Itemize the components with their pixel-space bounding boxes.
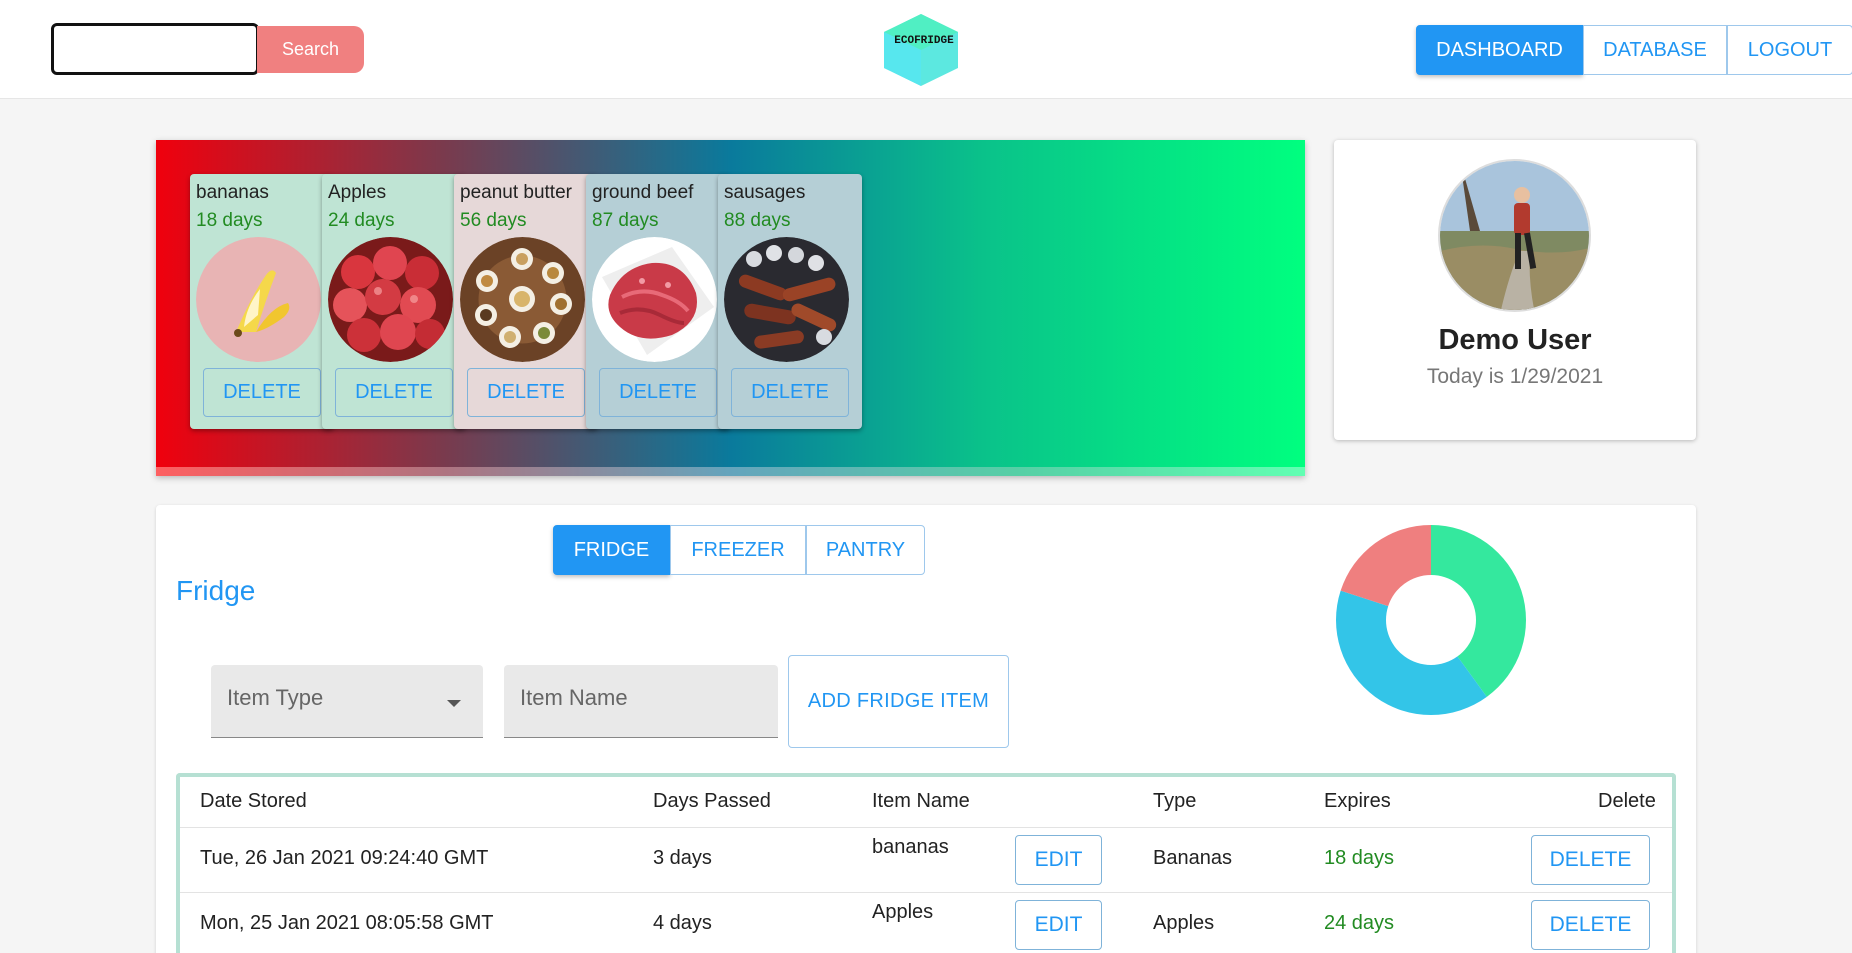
tab-pantry[interactable]: PANTRY [806, 525, 925, 575]
banner-bottom-strip [156, 467, 1305, 476]
cell-type: Apples [1153, 912, 1215, 934]
item-type-label: Item Type [227, 685, 324, 710]
delete-button[interactable]: DELETE [599, 368, 717, 417]
food-name: Apples [328, 182, 387, 203]
main-nav: DASHBOARD DATABASE LOGOUT [1416, 25, 1852, 75]
storage-tabs: FRIDGE FREEZER PANTRY [553, 525, 925, 575]
header-days-passed: Days Passed [653, 790, 771, 812]
cell-days-passed: 3 days [653, 847, 712, 869]
item-name-label: Item Name [520, 685, 628, 710]
storage-panel: FRIDGE FREEZER PANTRY Fridge Item Type I… [156, 505, 1696, 953]
table-row: Mon, 25 Jan 2021 08:05:58 GMT 4 days App… [180, 893, 1672, 953]
table-row: Tue, 26 Jan 2021 09:24:40 GMT 3 days ban… [180, 828, 1672, 893]
ecofridge-logo[interactable]: ECOFRIDGE [878, 12, 964, 88]
header-expires: Expires [1324, 790, 1391, 812]
food-days-left: 88 days [724, 210, 791, 231]
item-name-input[interactable]: Item Name [504, 665, 778, 738]
table-header-row: Date Stored Days Passed Item Name Type E… [180, 777, 1672, 828]
food-days-left: 87 days [592, 210, 659, 231]
food-days-left: 18 days [196, 210, 263, 231]
food-card: Apples 24 days DELETE [322, 174, 466, 429]
nav-logout[interactable]: LOGOUT [1727, 25, 1852, 75]
sausages-image [724, 237, 849, 362]
tab-fridge[interactable]: FRIDGE [553, 525, 670, 575]
dropdown-arrow-icon [447, 700, 461, 707]
storage-donut-chart [1336, 525, 1526, 715]
logo-text: ECOFRIDGE [894, 35, 954, 47]
donut-slice-2 [1340, 525, 1431, 607]
food-card: peanut butter 56 days DELETE [454, 174, 598, 429]
items-table: Date Stored Days Passed Item Name Type E… [176, 773, 1676, 953]
delete-button[interactable]: DELETE [335, 368, 453, 417]
cell-date: Mon, 25 Jan 2021 08:05:58 GMT [200, 912, 494, 934]
food-name: ground beef [592, 182, 694, 203]
delete-button[interactable]: DELETE [731, 368, 849, 417]
search-button[interactable]: Search [257, 26, 364, 73]
section-title: Fridge [176, 575, 256, 606]
header-delete: Delete [1598, 790, 1656, 812]
food-card: sausages 88 days DELETE [718, 174, 862, 429]
cell-item-name: Apples [872, 901, 934, 923]
food-card: ground beef 87 days DELETE [586, 174, 730, 429]
food-name: bananas [196, 182, 269, 203]
cell-date: Tue, 26 Jan 2021 09:24:40 GMT [200, 847, 489, 869]
delete-button[interactable]: DELETE [203, 368, 321, 417]
top-navbar: Search ECOFRIDGE DASHBOARD DATABASE LOGO… [0, 0, 1852, 99]
ground-beef-image [592, 237, 717, 362]
header-type: Type [1153, 790, 1197, 812]
item-type-select[interactable]: Item Type [211, 665, 483, 738]
cell-days-passed: 4 days [653, 912, 712, 934]
food-name: peanut butter [460, 182, 572, 203]
avatar [1438, 159, 1591, 312]
banana-image [196, 237, 321, 362]
cell-expires: 24 days [1324, 912, 1395, 934]
profile-card: Demo User Today is 1/29/2021 [1334, 140, 1696, 440]
cell-type: Bananas [1153, 847, 1232, 869]
search-input[interactable] [51, 23, 259, 75]
food-days-left: 56 days [460, 210, 527, 231]
nav-database[interactable]: DATABASE [1583, 25, 1727, 75]
header-item-name: Item Name [872, 790, 970, 812]
edit-button[interactable]: EDIT [1015, 835, 1102, 885]
user-name: Demo User [1438, 324, 1592, 356]
add-fridge-item-button[interactable]: ADD FRIDGE ITEM [788, 655, 1009, 748]
header-date-stored: Date Stored [200, 790, 307, 812]
delete-button[interactable]: DELETE [1531, 900, 1650, 950]
food-card: bananas 18 days DELETE [190, 174, 334, 429]
current-date: Today is 1/29/2021 [1426, 365, 1604, 388]
delete-button[interactable]: DELETE [1531, 835, 1650, 885]
apples-image [328, 237, 453, 362]
food-name: sausages [724, 182, 806, 203]
food-days-left: 24 days [328, 210, 395, 231]
delete-button[interactable]: DELETE [467, 368, 585, 417]
expiring-items-banner: bananas 18 days DELETE Apples 24 days DE… [156, 140, 1305, 476]
edit-button[interactable]: EDIT [1015, 900, 1102, 950]
nav-dashboard[interactable]: DASHBOARD [1416, 25, 1583, 75]
cell-expires: 18 days [1324, 847, 1395, 869]
peanut-butter-image [460, 237, 585, 362]
cell-item-name: bananas [872, 836, 949, 858]
tab-freezer[interactable]: FREEZER [670, 525, 806, 575]
